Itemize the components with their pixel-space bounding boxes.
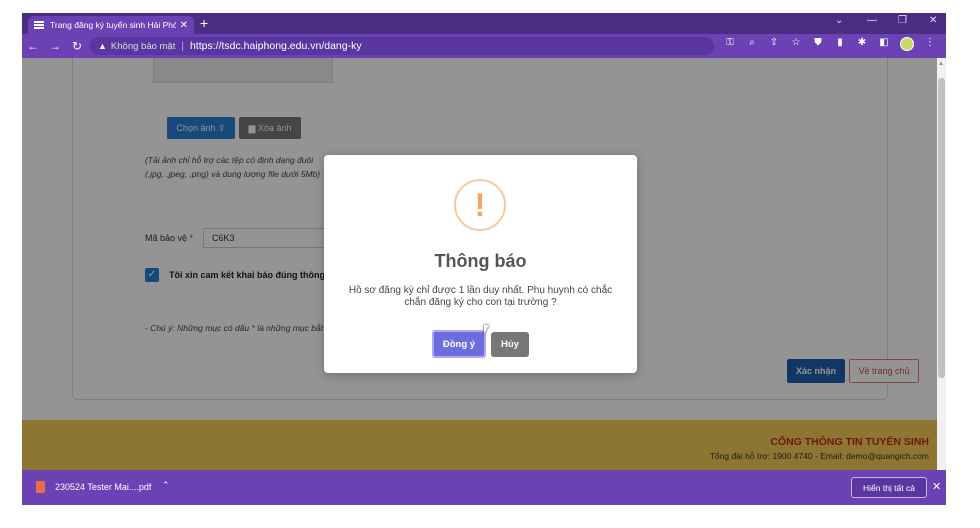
restore-icon[interactable]: ❐	[898, 15, 907, 26]
tab-active[interactable]: Trang đăng ký tuyển sinh Hải Phò ✕	[28, 16, 194, 34]
scroll-up-arrow-icon[interactable]: ▲	[938, 61, 944, 67]
url-scheme: https://	[189, 40, 222, 52]
menu-kebab-icon[interactable]: ⋮	[924, 37, 936, 51]
page-scrollbar[interactable]: ▲	[937, 58, 946, 470]
url-path: /dang-ky	[321, 40, 362, 52]
warning-exclamation-icon: !	[454, 179, 506, 231]
download-options-chevron-icon[interactable]: ⌃	[162, 480, 170, 491]
download-shelf: 230524 Tester Mai....pdf ⌃ Hiển thị tất …	[22, 470, 946, 505]
key-icon[interactable]: ⚿	[724, 37, 736, 51]
show-all-downloads-button[interactable]: Hiển thị tất cả	[851, 477, 927, 498]
address-bar[interactable]: ▲ Không bảo mật | https://tsdc.haiphong.…	[90, 37, 714, 55]
back-icon[interactable]: ←	[22, 39, 44, 53]
browser-window: Trang đăng ký tuyển sinh Hải Phò ✕ + ⌄ —…	[22, 13, 946, 505]
profile-avatar[interactable]	[900, 37, 914, 51]
new-tab-button[interactable]: +	[200, 15, 208, 31]
minimize-icon[interactable]: —	[867, 15, 877, 26]
omnibox-separator: |	[181, 40, 184, 52]
browser-toolbar: ← → ↻ ▲ Không bảo mật | https://tsdc.hai…	[22, 34, 946, 58]
share-icon[interactable]: ⇪	[768, 37, 780, 51]
screenshot-frame: Trang đăng ký tuyển sinh Hải Phò ✕ + ⌄ —…	[0, 0, 980, 528]
confirmation-dialog: ! Thông báo Hồ sơ đăng ký chỉ được 1 lần…	[324, 155, 637, 373]
mouse-cursor-icon	[484, 325, 489, 334]
cancel-button[interactable]: Hủy	[491, 332, 529, 357]
tab-strip: Trang đăng ký tuyển sinh Hải Phò ✕ + ⌄ —…	[22, 13, 946, 34]
web-page: Chọn ảnh ⇪ ▆ Xóa ảnh (Tải ảnh chỉ hỗ trợ…	[22, 58, 937, 470]
download-file-name[interactable]: 230524 Tester Mai....pdf	[55, 482, 151, 492]
tab-title: Trang đăng ký tuyển sinh Hải Phò	[50, 20, 176, 30]
scrollbar-thumb[interactable]	[938, 78, 945, 378]
shield-extension-icon[interactable]: ⛊	[812, 37, 824, 51]
agree-button[interactable]: Đồng ý	[432, 330, 486, 358]
url-host: tsdc.haiphong.edu.vn	[221, 40, 322, 52]
url-text: https://tsdc.haiphong.edu.vn/dang-ky	[190, 40, 362, 52]
tab-close-icon[interactable]: ✕	[180, 20, 188, 31]
stats-extension-icon[interactable]: ▮	[834, 37, 846, 51]
close-download-shelf-icon[interactable]: ✕	[932, 480, 941, 493]
bookmark-star-icon[interactable]: ☆	[790, 37, 802, 51]
tab-list-icon[interactable]: ⌄	[835, 15, 843, 26]
site-favicon-icon	[34, 21, 44, 29]
pdf-file-icon	[36, 481, 45, 493]
toolbar-icons: ⚿ ⌕ ⇪ ☆ ⛊ ▮ ✱ ◧ ⋮	[724, 37, 936, 51]
zoom-icon[interactable]: ⌕	[746, 37, 758, 51]
warning-triangle-icon: ▲	[98, 41, 107, 51]
dialog-title: Thông báo	[434, 251, 527, 271]
window-close-icon[interactable]: ✕	[929, 15, 937, 26]
reload-icon[interactable]: ↻	[66, 39, 88, 53]
forward-icon[interactable]: →	[44, 39, 66, 53]
extensions-puzzle-icon[interactable]: ✱	[856, 37, 868, 51]
security-label: Không bảo mật	[110, 40, 176, 52]
dialog-message: Hồ sơ đăng ký chỉ được 1 lần duy nhất. P…	[348, 285, 613, 308]
side-panel-icon[interactable]: ◧	[878, 37, 890, 51]
